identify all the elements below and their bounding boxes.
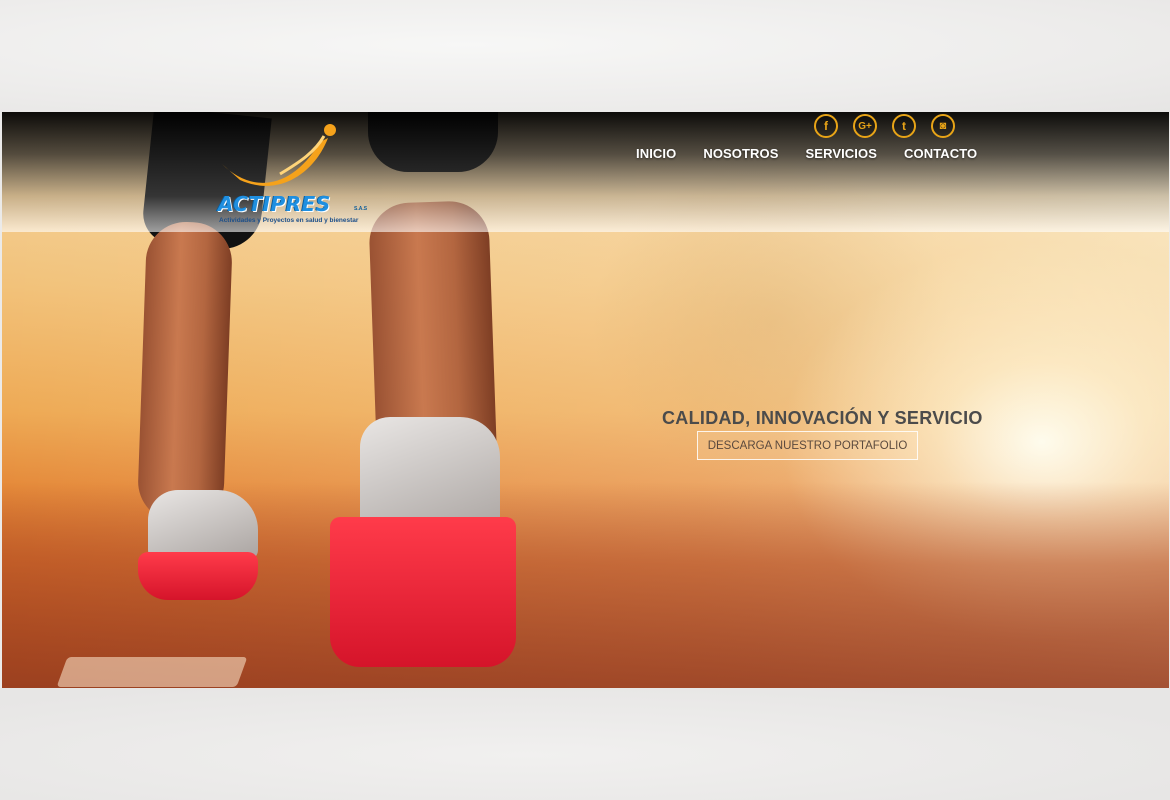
website-hero: ACTIPRES S.A.S Actividades y Proyectos e…: [2, 112, 1169, 688]
running-shoe-left: [138, 490, 262, 602]
site-logo[interactable]: ACTIPRES S.A.S Actividades y Proyectos e…: [216, 122, 371, 227]
running-shoe-right: [330, 417, 518, 672]
social-links: f G+ t ◙: [814, 114, 955, 138]
runner-leg-left: [136, 220, 234, 524]
nav-item-nosotros[interactable]: NOSOTROS: [703, 146, 778, 161]
brand-tagline: Actividades y Proyectos en salud y biene…: [219, 217, 359, 224]
twitter-icon[interactable]: t: [892, 114, 916, 138]
nav-item-inicio[interactable]: INICIO: [636, 146, 676, 161]
facebook-icon[interactable]: f: [814, 114, 838, 138]
brand-suffix: S.A.S: [354, 206, 368, 212]
road-marking: [56, 657, 248, 687]
nav-item-contacto[interactable]: CONTACTO: [904, 146, 977, 161]
instagram-icon[interactable]: ◙: [931, 114, 955, 138]
page-backdrop-top: [0, 0, 1170, 112]
download-portfolio-button[interactable]: DESCARGA NUESTRO PORTAFOLIO: [697, 431, 918, 460]
runner-swoosh-logo-icon: [222, 124, 336, 186]
page-backdrop-bottom: [0, 688, 1170, 800]
google-plus-icon[interactable]: G+: [853, 114, 877, 138]
nav-item-servicios[interactable]: SERVICIOS: [806, 146, 877, 161]
brand-name: ACTIPRES: [218, 192, 331, 216]
header-shade: [2, 112, 1169, 232]
main-navigation: INICIO NOSOTROS SERVICIOS CONTACTO: [636, 146, 977, 161]
hero-title: CALIDAD, INNOVACIÓN Y SERVICIO: [662, 408, 983, 428]
